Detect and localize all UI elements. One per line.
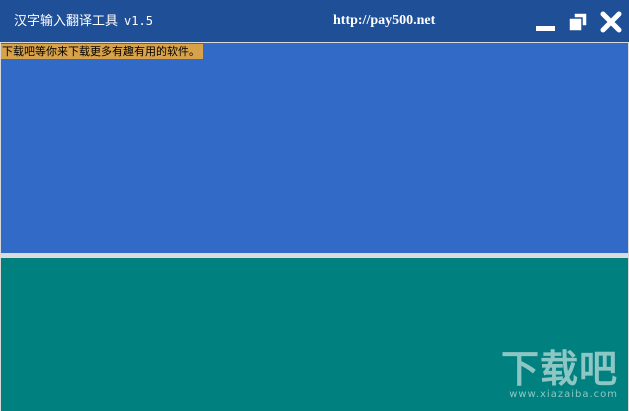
output-panel[interactable]: 下载吧 www.xiazaiba.com — [1, 258, 628, 411]
watermark-logo: 下载吧 — [500, 347, 618, 391]
restore-icon — [568, 12, 588, 32]
close-button[interactable] — [600, 11, 622, 33]
input-panel[interactable]: 下载吧等你来下载更多有趣有用的软件。 — [1, 43, 628, 253]
minimize-icon — [536, 26, 555, 31]
app-window: 汉字输入翻译工具 v1.5 http://pay500.net 下载吧等你来下载更… — [0, 0, 629, 411]
notice-banner: 下载吧等你来下载更多有趣有用的软件。 — [1, 44, 203, 59]
app-name: 汉字输入翻译工具 — [14, 14, 119, 29]
watermark: 下载吧 www.xiazaiba.com — [501, 349, 618, 401]
app-version: v1.5 — [124, 14, 153, 28]
website-link[interactable]: http://pay500.net — [333, 12, 435, 30]
close-icon — [600, 11, 622, 33]
maximize-button[interactable] — [567, 11, 589, 33]
app-title: 汉字输入翻译工具 v1.5 — [14, 12, 153, 31]
watermark-site: www.xiazaiba.com — [509, 389, 618, 400]
title-bar[interactable]: 汉字输入翻译工具 v1.5 http://pay500.net — [0, 0, 629, 42]
minimize-button[interactable] — [535, 11, 557, 33]
